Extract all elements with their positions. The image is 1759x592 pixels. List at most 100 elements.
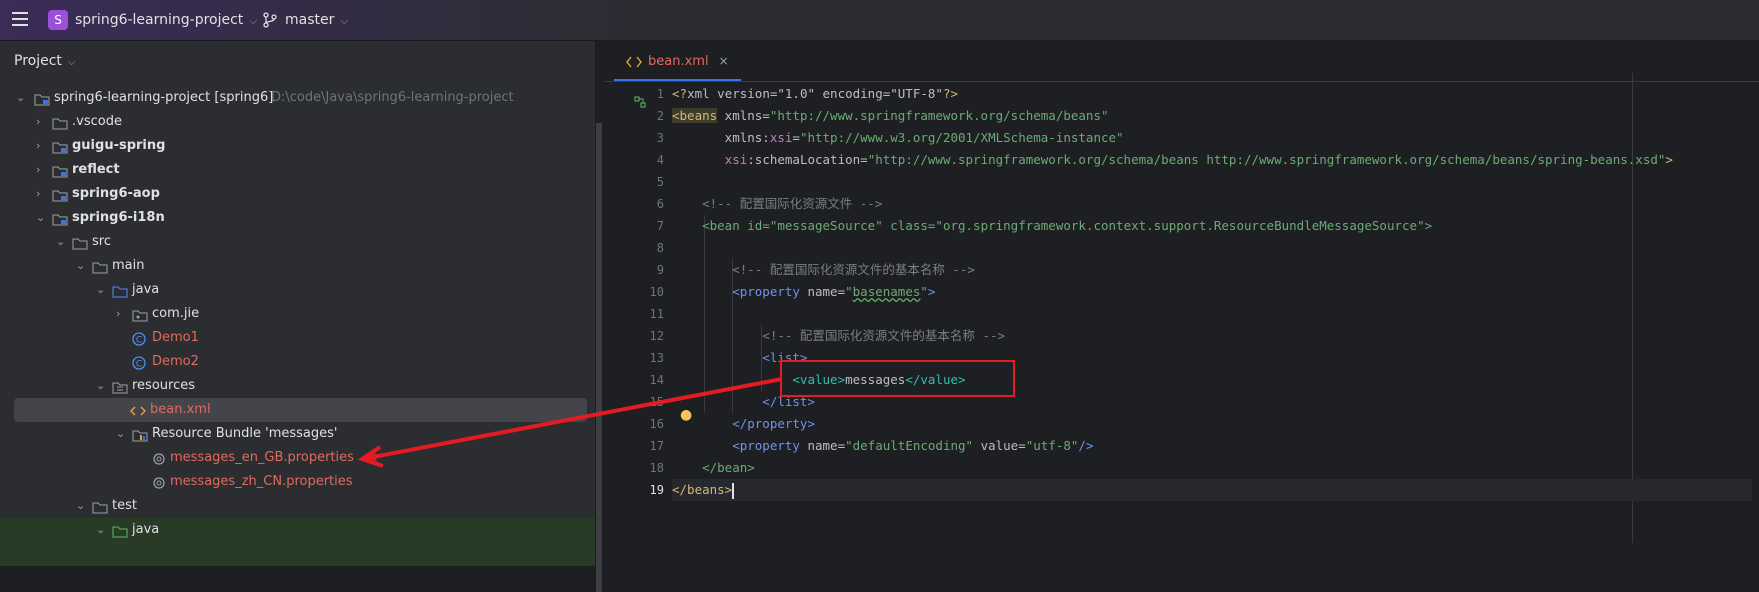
branch-name: master	[285, 12, 335, 28]
tree-item-label: src	[92, 234, 111, 249]
tree-item-label: .vscode	[72, 114, 122, 129]
chevron-down-icon: ⌵	[340, 16, 348, 27]
tab-bean-xml[interactable]: bean.xml ×	[614, 41, 741, 81]
tree-item-label: Resource Bundle 'messages'	[152, 426, 338, 441]
chevron-down-icon: ⌵	[249, 16, 257, 27]
code-area[interactable]: <?xml version="1.0" encoding="UTF-8"?> <…	[672, 83, 1752, 501]
project-tree: ⌄ spring6-learning-project [spring6] D:\…	[0, 86, 595, 566]
code-line-10: <property name="basenames">	[672, 284, 936, 299]
tree-item-reflect[interactable]: › reflect	[0, 158, 595, 182]
code-line-4: xsi:schemaLocation="http://www.springfra…	[724, 152, 1673, 167]
bean-gutter-icon[interactable]	[634, 96, 646, 108]
tree-item-label: guigu-spring	[72, 138, 166, 153]
project-panel: Project ⌵ ⌄ spring6-learning-project [spr…	[0, 41, 602, 592]
chevron-down-icon[interactable]: ⌄	[96, 518, 106, 542]
tree-item-guigu-spring[interactable]: › guigu-spring	[0, 134, 595, 158]
code-line-14: <value>messages</value>	[672, 372, 966, 387]
editor-tabs: bean.xml ×	[604, 41, 1759, 82]
project-selector[interactable]: spring6-learning-project ⌵	[75, 12, 257, 28]
line-number: 14	[649, 373, 664, 387]
project-panel-title[interactable]: Project ⌵	[14, 53, 76, 69]
project-badge[interactable]: S	[48, 10, 68, 30]
code-line-13: <list>	[672, 350, 808, 365]
tree-item-com-jie[interactable]: › com.jie	[0, 302, 595, 326]
line-number: 2	[656, 109, 664, 123]
tree-item-label: java	[132, 282, 160, 297]
tab-label: bean.xml	[648, 54, 709, 69]
title-bar: S spring6-learning-project ⌵ master ⌵	[0, 0, 1759, 41]
line-number: 15	[649, 395, 664, 409]
tree-item-partial	[0, 542, 595, 566]
tree-item-label: java	[132, 522, 160, 537]
chevron-down-icon: ⌵	[67, 57, 76, 68]
code-line-3: xmlns:xsi="http://www.w3.org/2001/XMLSch…	[672, 130, 1124, 145]
project-name: spring6-learning-project	[75, 12, 244, 28]
close-icon[interactable]: ×	[719, 54, 729, 68]
project-tree-scrollbar[interactable]	[596, 123, 602, 592]
tree-item-root[interactable]: ⌄ spring6-learning-project [spring6] D:\…	[0, 86, 595, 110]
chevron-right-icon[interactable]: ›	[116, 302, 126, 326]
tree-item-spring6-aop[interactable]: › spring6-aop	[0, 182, 595, 206]
tree-item-demo1[interactable]: C Demo1	[0, 326, 595, 350]
line-number: 4	[656, 153, 664, 167]
line-number: 11	[649, 307, 664, 321]
chevron-down-icon[interactable]: ⌄	[76, 494, 86, 518]
tree-item-src[interactable]: ⌄ src	[0, 230, 595, 254]
code-line-17: <property name="defaultEncoding" value="…	[672, 438, 1094, 453]
chevron-down-icon[interactable]: ⌄	[36, 206, 46, 230]
tree-item-spring6-i18n[interactable]: ⌄ spring6-i18n	[0, 206, 595, 230]
tree-item-label: main	[112, 258, 145, 273]
chevron-down-icon[interactable]: ⌄	[76, 254, 86, 278]
tree-item-label: spring6-i18n	[72, 210, 165, 225]
code-line-7: <bean id="messageSource" class="org.spri…	[672, 218, 1433, 233]
tree-item-vscode[interactable]: › .vscode	[0, 110, 595, 134]
tree-item-bean-xml[interactable]: bean.xml	[14, 398, 587, 422]
chevron-down-icon[interactable]: ⌄	[96, 374, 106, 398]
code-line-19: </beans>	[672, 479, 1752, 501]
chevron-down-icon[interactable]: ⌄	[16, 86, 26, 110]
code-line-9: <!-- 配置国际化资源文件的基本名称 -->	[672, 262, 975, 277]
code-line-1: <?xml version="1.0" encoding="UTF-8"?>	[672, 86, 958, 101]
tree-item-path: D:\code\Java\spring6-learning-project	[271, 90, 514, 105]
chevron-right-icon[interactable]: ›	[36, 182, 46, 206]
chevron-down-icon[interactable]: ⌄	[56, 230, 66, 254]
tree-item-label: resources	[132, 378, 196, 393]
line-number: 3	[656, 131, 664, 145]
branch-selector[interactable]: master ⌵	[285, 12, 348, 28]
tree-item-label: com.jie	[152, 306, 200, 321]
text-caret	[732, 482, 735, 499]
chevron-right-icon[interactable]: ›	[36, 158, 46, 182]
tree-item-demo2[interactable]: C Demo2	[0, 350, 595, 374]
line-number: 7	[656, 219, 664, 233]
tree-item-label: Demo1	[152, 330, 199, 345]
tree-item-messages-zh-cn[interactable]: messages_zh_CN.properties	[0, 470, 595, 494]
panel-title-label: Project	[14, 53, 62, 69]
chevron-down-icon[interactable]: ⌄	[96, 278, 106, 302]
editor-area: bean.xml × 1 2 3 4 5 6 7 8 9 10 11 12 13 …	[604, 41, 1759, 551]
line-number: 5	[656, 175, 664, 189]
tree-item-messages-en-gb[interactable]: messages_en_GB.properties	[0, 446, 595, 470]
line-number: 10	[649, 285, 664, 299]
tree-item-test-java[interactable]: ⌄ java	[0, 518, 595, 542]
line-number: 8	[656, 241, 664, 255]
tree-item-label: messages_en_GB.properties	[170, 450, 354, 465]
tree-item-label: reflect	[72, 162, 120, 177]
tree-item-label: bean.xml	[150, 402, 211, 417]
tree-item-label: messages_zh_CN.properties	[170, 474, 353, 489]
line-number: 13	[649, 351, 664, 365]
tree-item-main[interactable]: ⌄ main	[0, 254, 595, 278]
code-line-6: <!-- 配置国际化资源文件 -->	[672, 196, 883, 211]
chevron-right-icon[interactable]: ›	[36, 134, 46, 158]
line-number: 9	[656, 263, 664, 277]
tree-item-test[interactable]: ⌄ test	[0, 494, 595, 518]
tree-item-label: test	[112, 498, 137, 513]
tree-item-label: spring6-aop	[72, 186, 160, 201]
code-line-2: <beans xmlns="http://www.springframework…	[672, 108, 1109, 123]
tree-item-resource-bundle[interactable]: ⌄ Resource Bundle 'messages'	[0, 422, 595, 446]
chevron-right-icon[interactable]: ›	[36, 110, 46, 134]
chevron-down-icon[interactable]: ⌄	[116, 422, 126, 446]
tree-item-java[interactable]: ⌄ java	[0, 278, 595, 302]
tree-item-resources[interactable]: ⌄ resources	[0, 374, 595, 398]
main-menu-icon[interactable]	[12, 12, 28, 30]
